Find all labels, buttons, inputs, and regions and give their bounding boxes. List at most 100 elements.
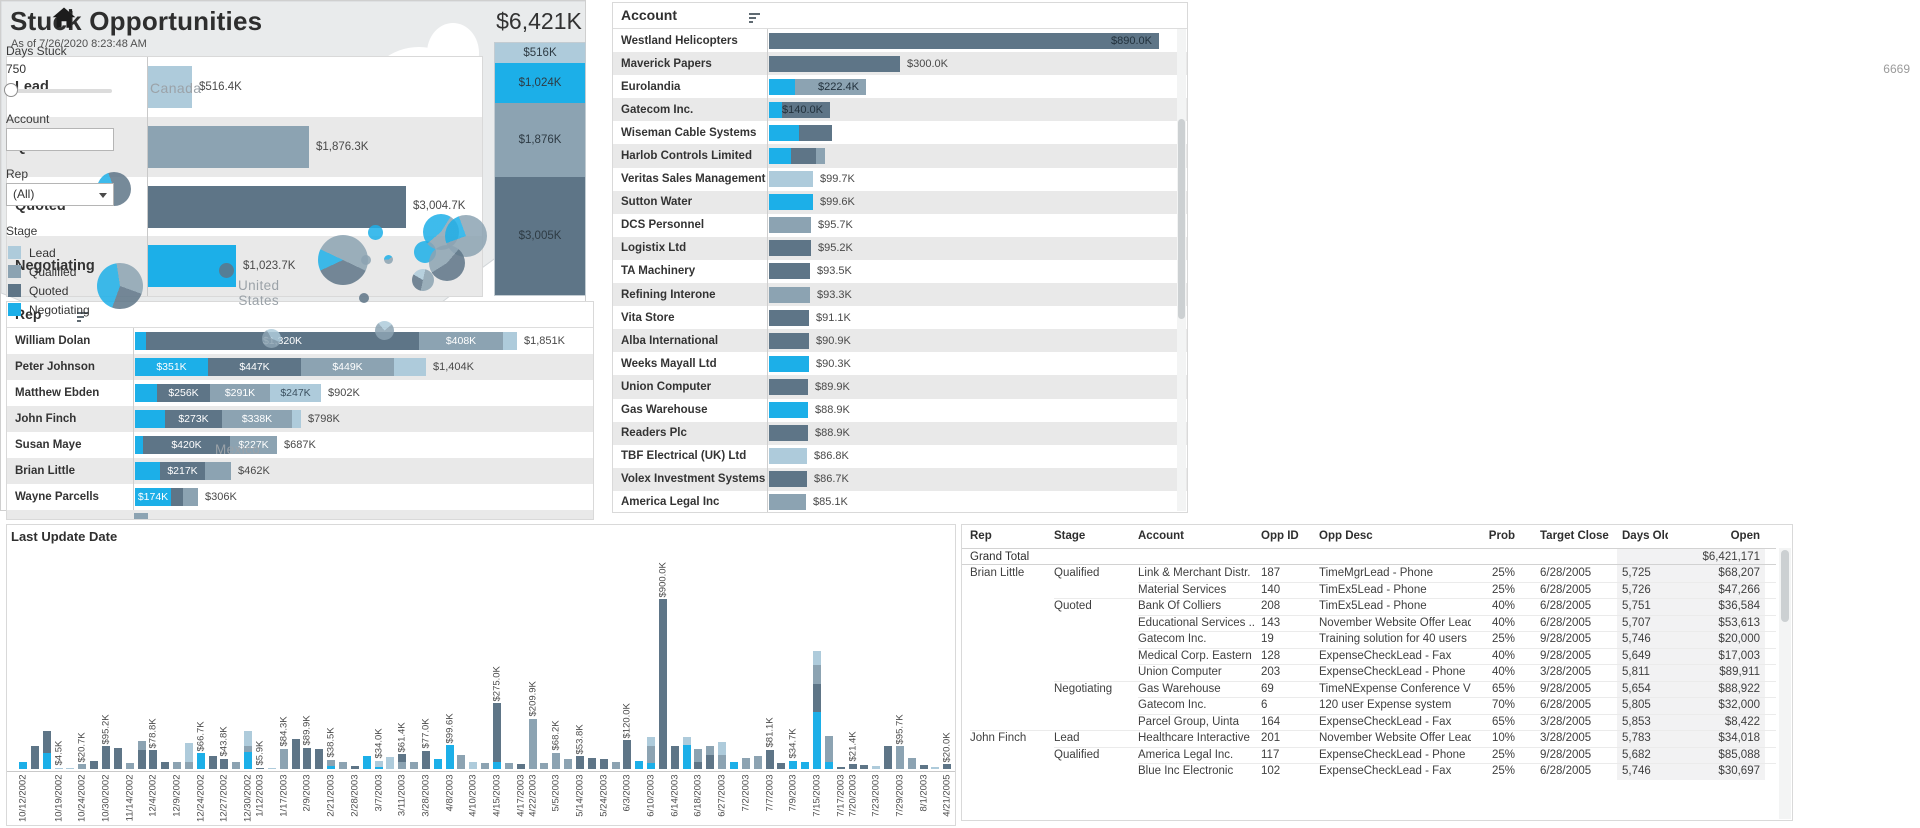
date-bar-mark[interactable] bbox=[671, 746, 679, 769]
date-bar-mark[interactable] bbox=[386, 757, 394, 769]
total-bar-segment[interactable]: $3,005K bbox=[495, 177, 585, 295]
date-bar-mark[interactable] bbox=[931, 767, 939, 769]
date-bar-mark[interactable] bbox=[659, 599, 667, 769]
date-bar-mark[interactable] bbox=[920, 765, 928, 769]
date-bar-mark[interactable] bbox=[197, 753, 205, 769]
map-pie-mark[interactable] bbox=[329, 209, 346, 226]
column-header-open[interactable]: Open bbox=[1674, 525, 1760, 547]
date-bar-mark[interactable] bbox=[505, 763, 513, 769]
account-filter-input[interactable] bbox=[6, 128, 114, 151]
column-header-close[interactable]: Target Close bbox=[1540, 525, 1620, 547]
date-bar-mark[interactable] bbox=[813, 650, 821, 769]
date-bar-mark[interactable] bbox=[315, 748, 323, 769]
date-bar-mark[interactable] bbox=[351, 765, 359, 769]
total-bar-segment[interactable]: $516K bbox=[495, 43, 585, 63]
list-bar-mark[interactable] bbox=[769, 171, 813, 187]
days-stuck-slider-handle[interactable] bbox=[4, 83, 18, 97]
list-bar-mark[interactable] bbox=[769, 310, 809, 326]
date-bar-mark[interactable] bbox=[943, 764, 951, 769]
list-bar-mark[interactable] bbox=[769, 333, 809, 349]
legend-item-negotiating[interactable]: Negotiating bbox=[8, 300, 90, 319]
date-bar-mark[interactable] bbox=[149, 750, 157, 769]
date-bar-mark[interactable] bbox=[244, 730, 252, 769]
date-bar-mark[interactable] bbox=[742, 758, 750, 769]
map-pie-mark[interactable] bbox=[375, 321, 394, 340]
date-bar-mark[interactable] bbox=[446, 745, 454, 769]
home-icon[interactable] bbox=[51, 5, 77, 31]
table-row[interactable]: NegotiatingGas Warehouse69TimeNExpense C… bbox=[962, 681, 1776, 698]
list-bar-mark[interactable]: $351K$447K$449K bbox=[135, 358, 426, 376]
date-bar-mark[interactable] bbox=[339, 761, 347, 769]
rep-filter-dropdown[interactable]: (All) bbox=[6, 183, 114, 206]
date-bar-mark[interactable] bbox=[469, 761, 477, 769]
column-header-opp_id[interactable]: Opp ID bbox=[1261, 525, 1315, 547]
date-bar-mark[interactable] bbox=[849, 763, 857, 769]
date-bar-mark[interactable] bbox=[220, 758, 228, 769]
list-bar-mark[interactable]: $217K bbox=[135, 462, 231, 480]
total-bar-segment[interactable]: $1,024K bbox=[495, 63, 585, 103]
date-bar-mark[interactable] bbox=[138, 740, 146, 769]
map-pie-mark[interactable] bbox=[368, 225, 383, 240]
date-bar-mark[interactable] bbox=[683, 736, 691, 769]
date-bar-mark[interactable] bbox=[564, 759, 572, 769]
date-bar-mark[interactable] bbox=[268, 768, 276, 769]
table-row[interactable]: Blue Inc Electronic102ExpenseCheckLead -… bbox=[962, 763, 1776, 780]
date-bar-mark[interactable] bbox=[908, 758, 916, 769]
date-bar-mark[interactable] bbox=[777, 763, 785, 769]
list-bar-mark[interactable] bbox=[769, 217, 811, 233]
legend-item-qualified[interactable]: Qualified bbox=[8, 262, 90, 281]
date-bar-mark[interactable] bbox=[114, 747, 122, 769]
date-bar-mark[interactable] bbox=[730, 761, 738, 769]
list-bar-mark[interactable] bbox=[769, 471, 807, 487]
table-row[interactable]: Gatecom Inc.19Training solution for 40 u… bbox=[962, 631, 1776, 648]
column-header-days[interactable]: Days Old bbox=[1622, 525, 1668, 547]
date-bar-mark[interactable] bbox=[825, 735, 833, 769]
map-pie-mark[interactable] bbox=[412, 269, 434, 291]
map-pie-mark[interactable] bbox=[361, 255, 371, 265]
date-bar-mark[interactable] bbox=[766, 749, 774, 769]
list-bar-mark[interactable] bbox=[769, 148, 825, 164]
table-row[interactable]: Union Computer203ExpenseCheckLead - Phon… bbox=[962, 664, 1776, 681]
list-bar-mark[interactable]: $256K$291K$247K bbox=[135, 384, 321, 402]
map-pie-mark[interactable] bbox=[429, 245, 465, 281]
map-pie-mark[interactable] bbox=[97, 263, 143, 309]
date-bar-mark[interactable] bbox=[529, 718, 537, 769]
list-bar-mark[interactable] bbox=[769, 448, 807, 464]
table-row[interactable]: John FinchLeadHealthcare Interactive201N… bbox=[962, 730, 1776, 747]
column-header-desc[interactable]: Opp Desc bbox=[1319, 525, 1471, 547]
date-bar-mark[interactable] bbox=[410, 762, 418, 769]
days-stuck-slider-track[interactable] bbox=[8, 89, 112, 93]
date-bar-mark[interactable] bbox=[896, 746, 904, 769]
date-bar-mark[interactable] bbox=[540, 762, 548, 769]
date-bar-mark[interactable] bbox=[860, 765, 868, 769]
date-bar-mark[interactable] bbox=[173, 762, 181, 769]
map-pie-mark[interactable] bbox=[219, 263, 234, 278]
map-pie-mark[interactable] bbox=[262, 329, 281, 348]
date-bar-mark[interactable] bbox=[102, 746, 110, 769]
sort-descending-icon[interactable] bbox=[749, 11, 762, 29]
list-bar-mark[interactable] bbox=[769, 194, 813, 210]
date-bar-mark[interactable] bbox=[327, 759, 335, 769]
date-bar-mark[interactable] bbox=[706, 746, 714, 769]
date-bar-mark[interactable] bbox=[872, 766, 880, 769]
date-bar-mark[interactable] bbox=[78, 764, 86, 769]
date-bar-mark[interactable] bbox=[398, 754, 406, 769]
date-bar-mark[interactable] bbox=[493, 703, 501, 769]
date-bar-mark[interactable] bbox=[884, 746, 892, 769]
date-bar-mark[interactable] bbox=[303, 747, 311, 769]
date-bar-mark[interactable] bbox=[576, 756, 584, 769]
table-row[interactable]: QualifiedAmerica Legal Inc.117ExpenseChe… bbox=[962, 747, 1776, 764]
date-bar-mark[interactable] bbox=[789, 760, 797, 769]
date-bar-mark[interactable] bbox=[837, 766, 845, 769]
map-pie-mark[interactable] bbox=[359, 293, 369, 303]
date-bar-mark[interactable] bbox=[55, 767, 63, 769]
date-bar-mark[interactable] bbox=[612, 761, 620, 769]
list-bar-mark[interactable] bbox=[769, 425, 808, 441]
list-bar-mark[interactable] bbox=[769, 356, 809, 372]
column-header-rep[interactable]: Rep bbox=[970, 525, 1054, 547]
list-bar-mark[interactable]: $1,320K$408K bbox=[135, 332, 517, 350]
list-bar-mark[interactable] bbox=[769, 263, 810, 279]
date-bar-mark[interactable] bbox=[600, 758, 608, 769]
date-bar-mark[interactable] bbox=[43, 730, 51, 769]
total-bar-segment[interactable]: $1,876K bbox=[495, 103, 585, 177]
